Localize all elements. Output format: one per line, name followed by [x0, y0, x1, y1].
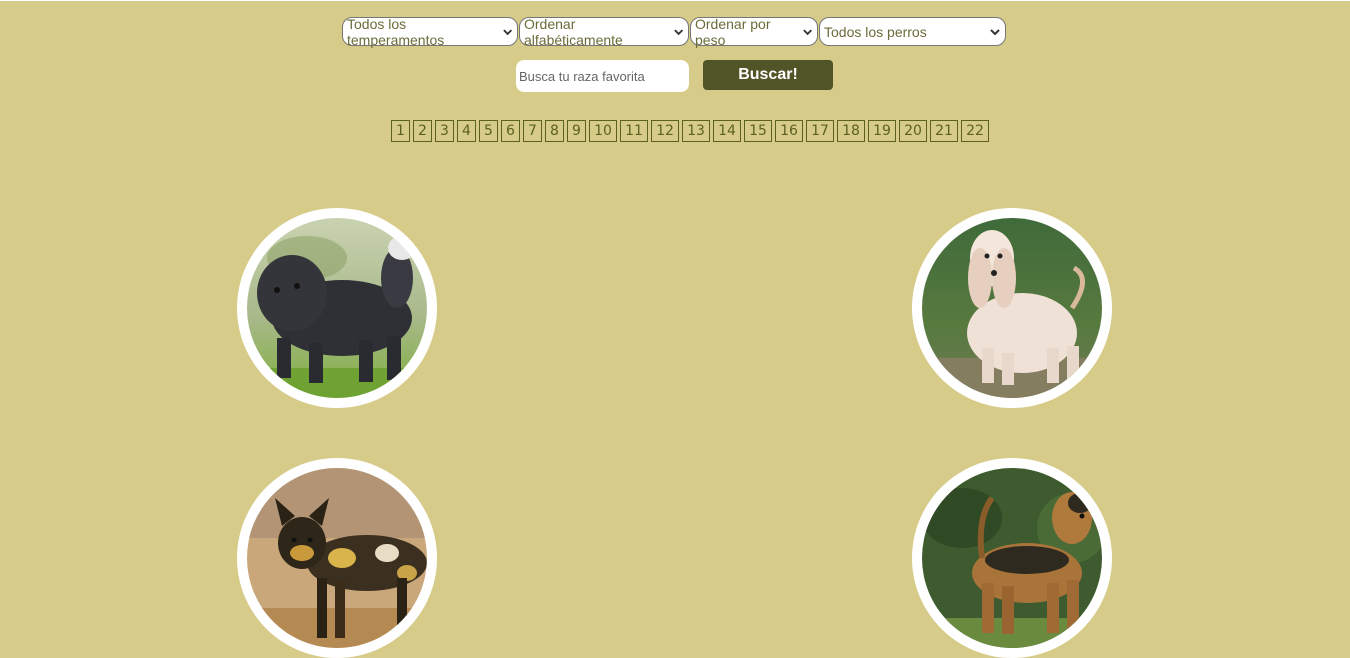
- dog-image: [922, 468, 1102, 648]
- page-button-1[interactable]: 1: [391, 120, 410, 142]
- weight-sort-select[interactable]: Ordenar por peso: [690, 15, 818, 48]
- dog-card[interactable]: [912, 208, 1112, 408]
- search-bar: Buscar!: [516, 60, 833, 92]
- search-input[interactable]: [516, 60, 689, 92]
- alphabetical-sort-select[interactable]: Ordenar alfabéticamente: [519, 15, 689, 48]
- chevron-down-icon: [802, 28, 812, 35]
- dog-card[interactable]: [237, 458, 437, 658]
- page-button-12[interactable]: 12: [651, 120, 679, 142]
- page-button-11[interactable]: 11: [620, 120, 648, 142]
- chevron-down-icon: [502, 28, 512, 35]
- temperament-select-value: Todos los temperamentos: [347, 15, 445, 48]
- page-button-7[interactable]: 7: [523, 120, 542, 142]
- dog-photo-tan-terrier: [922, 468, 1102, 648]
- page-button-17[interactable]: 17: [806, 120, 834, 142]
- search-button[interactable]: Buscar!: [703, 60, 833, 90]
- page-button-8[interactable]: 8: [545, 120, 564, 142]
- dog-photo-spotted-wild: [247, 468, 427, 648]
- page-button-6[interactable]: 6: [501, 120, 520, 142]
- page-button-14[interactable]: 14: [713, 120, 741, 142]
- page-button-2[interactable]: 2: [413, 120, 432, 142]
- filter-bar: Todos los temperamentos Ordenar alfabéti…: [342, 15, 1006, 48]
- page-button-19[interactable]: 19: [868, 120, 896, 142]
- page-button-4[interactable]: 4: [457, 120, 476, 142]
- page-button-22[interactable]: 22: [961, 120, 989, 142]
- page-button-18[interactable]: 18: [837, 120, 865, 142]
- dog-source-value: Todos los perros: [824, 23, 927, 40]
- dog-card[interactable]: [237, 208, 437, 408]
- weight-sort-value: Ordenar por peso: [695, 15, 771, 48]
- page-button-16[interactable]: 16: [775, 120, 803, 142]
- dog-image: [247, 468, 427, 648]
- page-button-15[interactable]: 15: [744, 120, 772, 142]
- dog-image: [922, 218, 1102, 398]
- page-button-9[interactable]: 9: [567, 120, 586, 142]
- pagination: 1 2 3 4 5 6 7 8 9 10 11 12 13 14 15 16 17 18 19 20 21 22: [391, 120, 989, 142]
- page-button-21[interactable]: 21: [930, 120, 958, 142]
- dog-image: [247, 218, 427, 398]
- alphabetical-sort-value: Ordenar alfabéticamente: [524, 15, 623, 48]
- temperament-select[interactable]: Todos los temperamentos: [342, 15, 518, 48]
- dog-source-select[interactable]: Todos los perros: [819, 17, 1006, 46]
- chevron-down-icon: [990, 28, 1000, 35]
- page-button-5[interactable]: 5: [479, 120, 498, 142]
- chevron-down-icon: [673, 28, 683, 35]
- dog-card[interactable]: [912, 458, 1112, 658]
- page-button-3[interactable]: 3: [435, 120, 454, 142]
- page-button-10[interactable]: 10: [589, 120, 617, 142]
- dog-photo-cream-long-haired: [922, 218, 1102, 398]
- dog-photo-black-shaggy: [247, 218, 427, 398]
- page-button-20[interactable]: 20: [899, 120, 927, 142]
- page-button-13[interactable]: 13: [682, 120, 710, 142]
